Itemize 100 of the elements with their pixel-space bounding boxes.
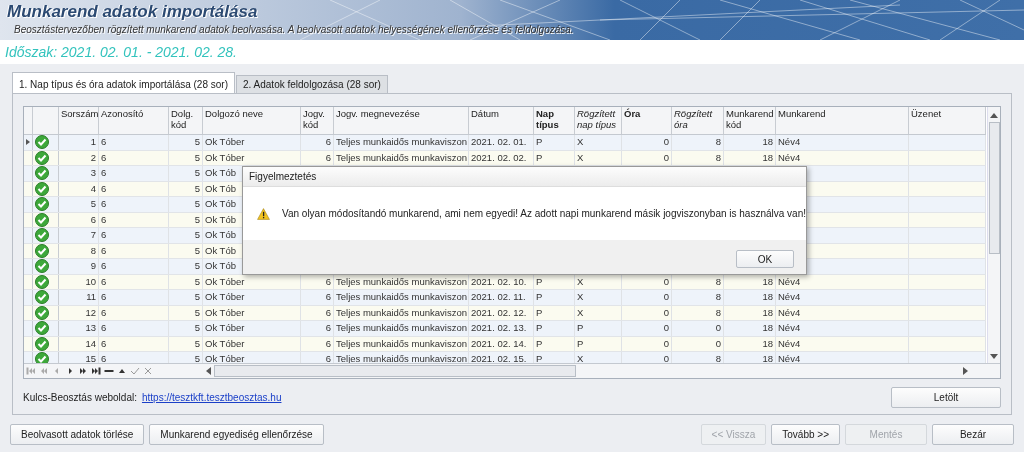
table-cell: 6 [101, 275, 107, 287]
action-button[interactable]: Munkarend egyediség ellenőrzése [149, 424, 324, 445]
column-header[interactable]: Jogv. megnevezése [334, 107, 469, 134]
table-cell: 2021. 02. 13. [471, 322, 527, 333]
table-cell: 5 [194, 291, 200, 302]
table-cell: 0 [663, 353, 669, 364]
last-icon[interactable] [91, 367, 101, 375]
column-header[interactable]: Óra [622, 107, 672, 134]
check-icon [35, 321, 49, 336]
table-cell: 0 [663, 337, 669, 349]
table-cell: Teljes munkaidős munkaviszon [336, 136, 467, 147]
scroll-thumb[interactable] [988, 122, 1000, 254]
table-cell: 6 [325, 136, 331, 147]
column-header[interactable]: Rögzített óra [672, 107, 724, 134]
table-cell: 0 [663, 275, 669, 287]
table-cell: 1 [90, 136, 96, 147]
table-cell: Ok Tób [205, 260, 236, 271]
period-label: Időszak: 2021. 02. 01. - 2021. 02. 28. [5, 44, 237, 60]
table-cell: 8 [715, 306, 721, 318]
table-cell: 5 [194, 229, 200, 240]
scroll-thumb[interactable] [214, 365, 576, 377]
table-cell: 5 [194, 182, 200, 194]
column-header[interactable]: Üzenet [909, 107, 986, 134]
table-cell: X [577, 136, 584, 147]
table-cell: P [536, 291, 543, 302]
table-cell: 18 [762, 151, 773, 163]
vertical-scrollbar[interactable] [987, 107, 1000, 365]
column-header[interactable]: Rögzített nap típus [575, 107, 622, 134]
table-cell: P [536, 136, 543, 147]
horizontal-scrollbar[interactable] [206, 365, 968, 377]
table-cell: Teljes munkaidős munkaviszon [336, 306, 467, 318]
table-cell: 4 [90, 182, 96, 194]
column-header[interactable]: Dolg. kód [169, 107, 203, 134]
column-header[interactable]: Azonosító [99, 107, 169, 134]
check-icon [35, 259, 49, 274]
table-cell: 5 [194, 213, 200, 225]
table-cell: 2021. 02. 15. [471, 353, 527, 364]
table-cell: 6 [101, 136, 107, 147]
table-cell: 6 [101, 306, 107, 318]
table-cell: 15 [85, 353, 96, 364]
table-cell: 3 [90, 167, 96, 178]
table-cell: P [577, 337, 584, 349]
scroll-up-icon[interactable] [990, 113, 998, 118]
table-cell: 18 [762, 353, 773, 364]
table-cell: 6 [325, 322, 331, 333]
website-link[interactable]: https://tesztkft.tesztbeosztas.hu [141, 392, 282, 403]
table-cell: Teljes munkaidős munkaviszon [336, 322, 467, 333]
table-cell: 5 [194, 322, 200, 333]
table-cell: 6 [101, 182, 107, 194]
table-cell: Teljes munkaidős munkaviszon [336, 291, 467, 302]
column-header[interactable]: Dátum [469, 107, 534, 134]
nav-button[interactable]: Bezár [932, 424, 1014, 445]
minus-icon[interactable] [104, 367, 114, 375]
table-cell: X [577, 306, 584, 318]
ok-button[interactable]: OK [736, 250, 794, 268]
table-cell: Ok Tób [205, 244, 236, 256]
table-cell: Név4 [778, 275, 801, 287]
table-cell: X [577, 151, 584, 163]
tab[interactable]: 2. Adatok feldolgozása (28 sor) [236, 75, 388, 93]
table-cell: P [536, 353, 543, 364]
table-cell: 0 [663, 291, 669, 302]
table-cell: 14 [85, 337, 96, 349]
table-cell: Név4 [778, 353, 801, 364]
table-cell: 0 [663, 136, 669, 147]
check-icon [35, 336, 49, 351]
column-header[interactable]: Jogv. kód [301, 107, 334, 134]
table-cell: 8 [715, 275, 721, 287]
table-cell: 7 [90, 229, 96, 240]
column-header[interactable]: Dolgozó neve [203, 107, 301, 134]
table-cell: P [536, 275, 543, 287]
table-cell: 8 [715, 353, 721, 364]
table-cell: 18 [762, 291, 773, 302]
table-cell: 5 [194, 244, 200, 256]
table-cell: 6 [325, 151, 331, 163]
column-header[interactable]: Munkarend kód [724, 107, 776, 134]
scroll-right-icon[interactable] [963, 367, 968, 375]
table-cell: Ok Tóber [205, 291, 245, 302]
check-icon[interactable] [130, 367, 140, 375]
download-button[interactable]: Letölt [891, 387, 1001, 408]
dialog-title: Figyelmeztetés [243, 167, 806, 187]
table-cell: 6 [325, 306, 331, 318]
table-cell: Teljes munkaidős munkaviszon [336, 337, 467, 349]
table-cell: 6 [101, 213, 107, 225]
scroll-down-icon[interactable] [990, 354, 998, 359]
scroll-left-icon[interactable] [206, 367, 211, 375]
dialog-message: Van olyan módosítandó munkarend, ami nem egyedi! Az adott napi munkarend másik jogviszonyban is használva van! [282, 208, 806, 219]
table-cell: 5 [194, 151, 200, 163]
table-cell: 8 [90, 244, 96, 256]
cross-icon[interactable] [143, 367, 153, 375]
table-cell: P [536, 306, 543, 318]
action-button[interactable]: Beolvasott adatok törlése [10, 424, 145, 445]
tab[interactable]: 1. Nap típus és óra adatok importálása (28 sor) [12, 72, 235, 93]
column-header[interactable]: Nap típus [534, 107, 575, 134]
nav-button[interactable]: Tovább >> [771, 424, 840, 445]
table-cell: X [577, 275, 584, 287]
column-header[interactable]: Sorszám [59, 107, 99, 134]
column-header[interactable]: Munkarend [776, 107, 909, 134]
table-cell: 5 [194, 353, 200, 364]
table-cell: Név4 [778, 151, 801, 163]
check-icon [35, 228, 49, 243]
